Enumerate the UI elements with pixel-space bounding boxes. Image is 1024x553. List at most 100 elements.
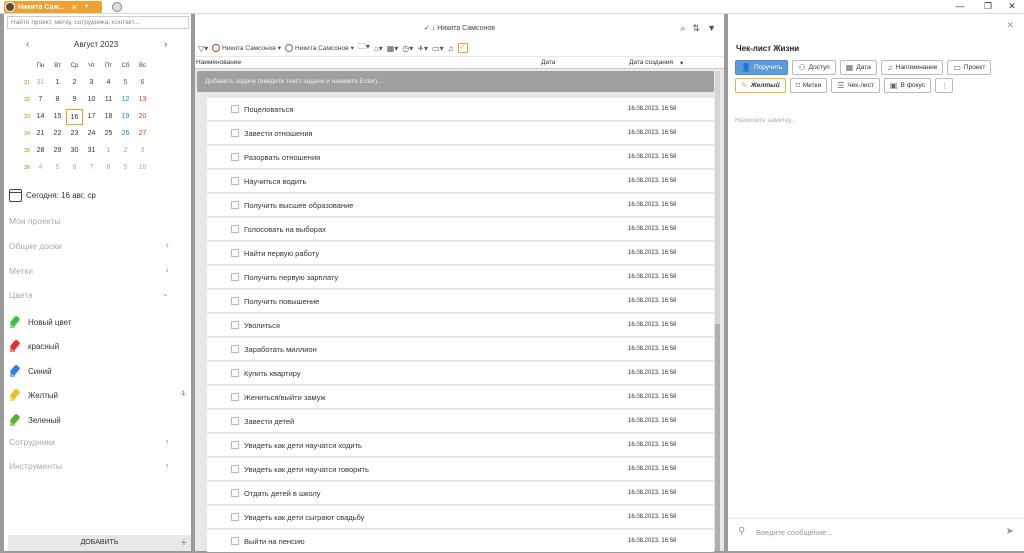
- calendar-day[interactable]: 2: [66, 79, 83, 86]
- calendar-day[interactable]: 8: [100, 164, 117, 171]
- calendar-day[interactable]: 27: [134, 130, 151, 137]
- pin-icon[interactable]: ✈▾: [417, 44, 428, 53]
- task-checkbox[interactable]: [231, 129, 239, 137]
- calendar-button[interactable]: ▦ Дата: [839, 60, 877, 75]
- calendar-day[interactable]: 6: [66, 164, 83, 171]
- calendar-day[interactable]: 23: [66, 130, 83, 137]
- globe-icon[interactable]: [112, 2, 122, 12]
- column-created[interactable]: Дата создания: [629, 59, 673, 66]
- calendar-day[interactable]: 4: [100, 79, 117, 86]
- calendar-day[interactable]: 10: [134, 164, 151, 171]
- calendar-day[interactable]: 28: [32, 147, 49, 154]
- close-panel-button[interactable]: ✕: [1006, 20, 1014, 31]
- task-row[interactable]: Выйти на пенсию 16.08.2023, 16:58: [207, 530, 714, 552]
- send-icon[interactable]: ➤: [1006, 526, 1014, 537]
- bell-icon[interactable]: ♫: [448, 44, 454, 53]
- calendar-day[interactable]: 31: [83, 147, 100, 154]
- nav-tools[interactable]: Инструменты ‹: [9, 460, 169, 471]
- completed-toggle[interactable]: ✓: [457, 43, 468, 53]
- folder-button[interactable]: ▭ Проект: [947, 60, 992, 75]
- user-menu-button[interactable]: Никита Сам... ☀ ▼: [4, 1, 102, 13]
- calendar-day[interactable]: 29: [49, 147, 66, 154]
- clock-icon[interactable]: ◷▾: [402, 44, 413, 53]
- message-input[interactable]: Введите сообщение...: [756, 528, 833, 537]
- bell-button[interactable]: ♫ Напоминание: [880, 60, 944, 75]
- task-row[interactable]: Увидеть как дети сыграют свадьбу 16.08.20…: [207, 506, 714, 528]
- calendar-day[interactable]: 25: [100, 130, 117, 137]
- task-checkbox[interactable]: [231, 153, 239, 161]
- tag-button[interactable]: ⌑ Метки: [789, 78, 828, 93]
- calendar-day[interactable]: 7: [32, 96, 49, 103]
- task-checkbox[interactable]: [231, 537, 239, 545]
- calendar-day[interactable]: 3: [83, 79, 100, 86]
- marker-button[interactable]: ✎ Желтый: [735, 78, 786, 93]
- task-row[interactable]: Купить квартиру 16.08.2023, 16:58: [207, 362, 714, 384]
- task-row[interactable]: Голосовать на выборах 16.08.2023, 16:58: [207, 218, 714, 240]
- task-row[interactable]: Поцеловаться 16.08.2023, 16:58: [207, 98, 714, 120]
- task-checkbox[interactable]: [231, 417, 239, 425]
- task-row[interactable]: Получить высшее образование 16.08.2023, 1…: [207, 194, 714, 216]
- task-checkbox[interactable]: [231, 393, 239, 401]
- task-checkbox[interactable]: [231, 321, 239, 329]
- task-row[interactable]: Найти первую работу 16.08.2023, 16:58: [207, 242, 714, 264]
- calendar-day[interactable]: 5: [49, 164, 66, 171]
- people-button[interactable]: ⚇ Доступ: [792, 60, 836, 75]
- person-button[interactable]: 👤 Поручить: [735, 60, 789, 75]
- color-item[interactable]: Новый цвет: [9, 315, 72, 329]
- calendar-day[interactable]: 17: [83, 113, 100, 120]
- more-button[interactable]: ⋮: [934, 78, 954, 93]
- calendar-day[interactable]: 5: [117, 79, 134, 86]
- folder-icon[interactable]: 🗀▾: [358, 41, 370, 55]
- assignee-filter[interactable]: ✓ ↓ Никита Самсонов: [424, 24, 495, 32]
- nav-shared-boards[interactable]: Общие доски ‹: [9, 240, 169, 251]
- calendar-day[interactable]: 12: [117, 96, 134, 103]
- minimize-button[interactable]: —: [946, 0, 974, 14]
- scrollbar-thumb[interactable]: [715, 324, 720, 551]
- calendar-icon[interactable]: ▦▾: [387, 44, 399, 53]
- task-checkbox[interactable]: [231, 201, 239, 209]
- attach-icon[interactable]: ⚲: [738, 526, 745, 537]
- column-date[interactable]: Дата: [541, 59, 555, 66]
- task-list-scrollbar[interactable]: [715, 71, 720, 551]
- assignee-filter-chip[interactable]: Никита Самсонов ▾: [285, 44, 354, 52]
- color-item[interactable]: красный: [9, 339, 59, 353]
- note-input[interactable]: Напишите заметку...: [735, 117, 796, 124]
- task-checkbox[interactable]: [231, 369, 239, 377]
- calendar-day[interactable]: 31: [32, 79, 49, 86]
- calendar-day[interactable]: 7: [83, 164, 100, 171]
- task-row[interactable]: Жениться/выйти замуж 16.08.2023, 16:58: [207, 386, 714, 408]
- calendar-day[interactable]: 24: [83, 130, 100, 137]
- search-input[interactable]: Найти проект, метку, сотрудника, контакт…: [7, 16, 189, 29]
- calendar-day[interactable]: 9: [117, 164, 134, 171]
- task-row[interactable]: Завести отношения 16.08.2023, 16:58: [207, 122, 714, 144]
- checklist-button[interactable]: ☰ Чек-лист: [831, 78, 880, 93]
- task-checkbox[interactable]: [231, 225, 239, 233]
- add-task-input[interactable]: Добавить задачу (введите текст задачи и …: [197, 71, 714, 92]
- calendar-day[interactable]: 13: [134, 96, 151, 103]
- square-icon[interactable]: ▭▾: [432, 44, 444, 53]
- filter-icon[interactable]: ▽▾: [198, 44, 208, 53]
- calendar-day[interactable]: 21: [32, 130, 49, 137]
- add-button[interactable]: ДОБАВИТЬ +: [8, 535, 191, 551]
- nav-my-projects[interactable]: Мои проекты: [9, 216, 169, 226]
- calendar-day[interactable]: 19: [117, 113, 134, 120]
- task-checkbox[interactable]: [231, 177, 239, 185]
- calendar-day[interactable]: 10: [83, 96, 100, 103]
- task-row[interactable]: Заработать миллион 16.08.2023, 16:58: [207, 338, 714, 360]
- calendar-day[interactable]: 14: [32, 113, 49, 120]
- task-checkbox[interactable]: [231, 465, 239, 473]
- calendar-day[interactable]: 22: [49, 130, 66, 137]
- calendar-day[interactable]: 1: [49, 79, 66, 86]
- task-row[interactable]: Научиться водить 16.08.2023, 16:58: [207, 170, 714, 192]
- calendar-next-button[interactable]: ›: [164, 39, 167, 50]
- filter-icon[interactable]: ▼: [707, 23, 716, 34]
- color-item[interactable]: Желтый: [9, 388, 58, 402]
- task-row[interactable]: Получить повышение 16.08.2023, 16:58: [207, 290, 714, 312]
- calendar-day[interactable]: 30: [66, 147, 83, 154]
- calendar-day[interactable]: 9: [66, 96, 83, 103]
- task-row[interactable]: Завести детей 16.08.2023, 16:58: [207, 410, 714, 432]
- calendar-day[interactable]: 1: [100, 147, 117, 154]
- task-row[interactable]: Увидеть как дети научатся говорить 16.08.…: [207, 458, 714, 480]
- task-checkbox[interactable]: [231, 441, 239, 449]
- calendar-day[interactable]: 6: [134, 79, 151, 86]
